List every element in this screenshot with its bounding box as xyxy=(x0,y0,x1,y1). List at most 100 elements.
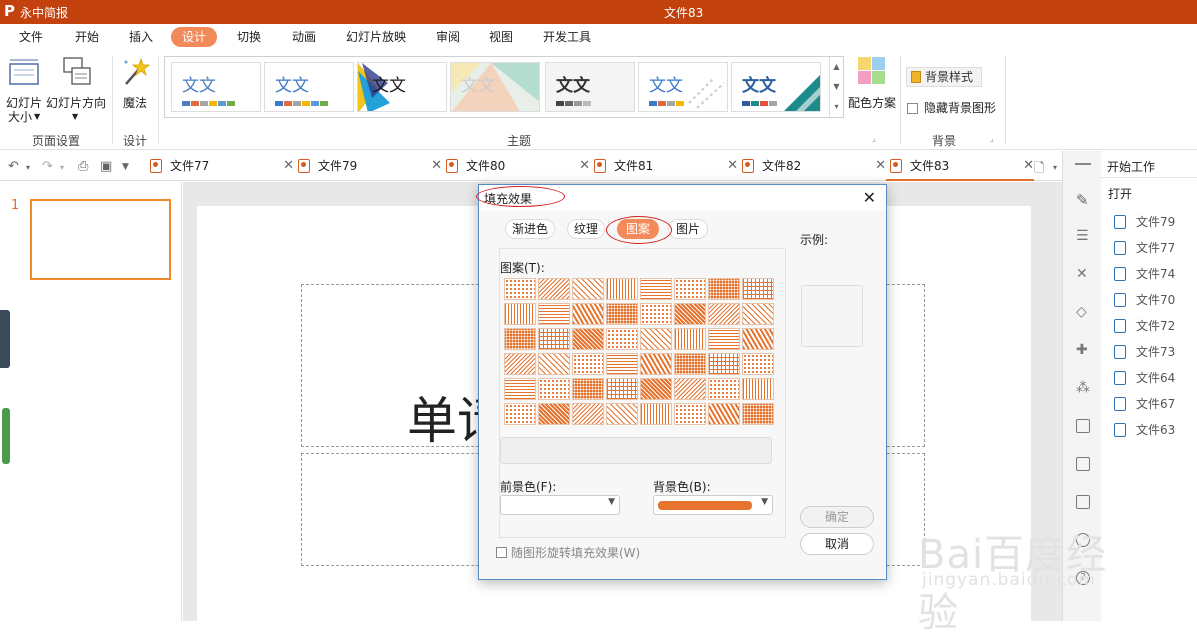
close-icon[interactable]: ✕ xyxy=(875,151,886,181)
menu-file[interactable]: 文件 xyxy=(18,29,44,49)
pattern-swatch[interactable] xyxy=(504,403,536,425)
theme-thumb-3[interactable]: 文文 xyxy=(357,62,447,112)
recent-file[interactable]: 文件63 xyxy=(1114,421,1175,439)
slide-size-label-2[interactable]: 大小 xyxy=(8,110,32,124)
menu-developer[interactable]: 开发工具 xyxy=(541,29,593,49)
close-icon[interactable]: ✕ xyxy=(1023,151,1034,181)
tab-gradient[interactable]: 渐进色 xyxy=(505,219,555,239)
pattern-swatch[interactable] xyxy=(640,278,672,300)
pattern-swatch[interactable] xyxy=(504,378,536,400)
tab-list-dropdown-icon[interactable]: ▾ xyxy=(1053,163,1057,172)
close-icon[interactable]: ✕ xyxy=(431,151,442,181)
pattern-swatch[interactable] xyxy=(708,378,740,400)
pattern-swatch[interactable] xyxy=(742,378,774,400)
theme-thumb-6[interactable]: 文文 xyxy=(638,62,728,112)
pattern-swatch[interactable] xyxy=(742,403,774,425)
tab-file83[interactable]: 文件83 ✕ xyxy=(886,151,1034,181)
background-color-select[interactable]: ▼ xyxy=(653,495,773,515)
pattern-swatch[interactable] xyxy=(742,353,774,375)
recent-file[interactable]: 文件77 xyxy=(1114,239,1175,257)
pattern-swatch[interactable] xyxy=(674,328,706,350)
pattern-swatch[interactable] xyxy=(606,403,638,425)
tab-texture[interactable]: 纹理 xyxy=(567,219,605,239)
slide-orientation-label[interactable]: 幻灯片方向 xyxy=(46,96,106,110)
theme-expand-icon[interactable]: ⌟ xyxy=(872,132,876,146)
pattern-swatch[interactable] xyxy=(674,303,706,325)
help-icon[interactable]: ? xyxy=(1076,571,1090,585)
gallery-scroll-down-icon[interactable]: ▼ xyxy=(830,77,843,97)
pattern-swatch[interactable] xyxy=(640,303,672,325)
print-preview-icon[interactable]: ⎙ xyxy=(78,159,88,174)
pattern-swatch[interactable] xyxy=(640,328,672,350)
pattern-swatch[interactable] xyxy=(640,403,672,425)
menu-transition[interactable]: 切换 xyxy=(236,29,262,49)
pattern-swatch[interactable] xyxy=(538,378,570,400)
menu-slideshow[interactable]: 幻灯片放映 xyxy=(344,29,408,49)
sliders-icon[interactable]: ☰ xyxy=(1076,229,1090,243)
hide-background-checkbox[interactable] xyxy=(907,103,918,114)
theme-thumb-2[interactable]: 文文 xyxy=(264,62,354,112)
menu-view[interactable]: 视图 xyxy=(488,29,514,49)
undo-icon[interactable]: ↶ xyxy=(8,159,19,174)
gallery-scrollbar[interactable]: ▲ ▼ ▾ xyxy=(829,57,843,117)
slide-orientation-icon[interactable] xyxy=(60,56,92,88)
tools-icon[interactable]: ✕ xyxy=(1076,267,1090,281)
close-icon[interactable]: ✕ xyxy=(863,188,876,207)
pattern-swatch[interactable] xyxy=(742,303,774,325)
pattern-swatch[interactable] xyxy=(674,353,706,375)
pattern-swatch[interactable] xyxy=(606,328,638,350)
gallery-more-icon[interactable]: ▾ xyxy=(830,97,843,117)
redo-icon[interactable]: ↷ xyxy=(42,159,53,174)
ok-button[interactable]: 确定 xyxy=(800,506,874,528)
pattern-swatch[interactable] xyxy=(674,278,706,300)
pattern-swatch[interactable] xyxy=(708,278,740,300)
magic-wand-icon[interactable] xyxy=(120,56,150,88)
menu-review[interactable]: 审阅 xyxy=(435,29,461,49)
pattern-swatch[interactable] xyxy=(606,303,638,325)
recent-file[interactable]: 文件67 xyxy=(1114,395,1175,413)
pattern-swatch[interactable] xyxy=(504,353,536,375)
rotate-with-shape-label[interactable]: 随图形旋转填充效果(W) xyxy=(511,544,640,561)
collapse-pane-icon[interactable] xyxy=(1075,163,1091,165)
theme-thumb-5[interactable]: 文文 xyxy=(545,62,635,112)
shape-icon[interactable]: ✚ xyxy=(1076,343,1090,357)
image-icon[interactable] xyxy=(1076,419,1090,433)
pattern-swatch[interactable] xyxy=(708,353,740,375)
side-handle[interactable] xyxy=(0,310,10,368)
pattern-swatch[interactable] xyxy=(606,378,638,400)
gallery-scroll-up-icon[interactable]: ▲ xyxy=(830,57,843,77)
pattern-swatch[interactable] xyxy=(708,303,740,325)
bookmark-icon[interactable]: ◇ xyxy=(1076,305,1090,319)
pattern-swatch[interactable] xyxy=(674,378,706,400)
tab-file79[interactable]: 文件79 ✕ xyxy=(294,151,442,181)
pattern-swatch[interactable] xyxy=(572,403,604,425)
pattern-swatch[interactable] xyxy=(640,353,672,375)
save-icon[interactable]: ▣ xyxy=(100,159,112,174)
magic-label[interactable]: 魔法 xyxy=(123,96,147,110)
zoom-slider[interactable] xyxy=(2,408,10,464)
background-expand-icon[interactable]: ⌟ xyxy=(990,132,994,146)
pattern-swatch[interactable] xyxy=(538,353,570,375)
refresh-icon[interactable] xyxy=(1076,533,1090,547)
close-icon[interactable]: ✕ xyxy=(283,151,294,181)
recent-file[interactable]: 文件73 xyxy=(1114,343,1175,361)
pattern-swatch[interactable] xyxy=(572,303,604,325)
pattern-swatch[interactable] xyxy=(572,353,604,375)
clipboard-icon[interactable] xyxy=(1076,457,1090,471)
redo-dropdown-icon[interactable]: ▾ xyxy=(60,163,64,172)
undo-dropdown-icon[interactable]: ▾ xyxy=(26,163,30,172)
pattern-swatch[interactable] xyxy=(742,328,774,350)
theme-thumb-7[interactable]: 文文 xyxy=(731,62,821,112)
copy-icon[interactable] xyxy=(1076,495,1090,509)
new-tab-icon[interactable]: 🗋 xyxy=(1034,159,1044,181)
pattern-swatch[interactable] xyxy=(538,328,570,350)
background-style-button[interactable]: 背景样式 xyxy=(906,67,982,87)
cancel-button[interactable]: 取消 xyxy=(800,533,874,555)
pattern-swatch[interactable] xyxy=(572,328,604,350)
tab-file80[interactable]: 文件80 ✕ xyxy=(442,151,590,181)
close-icon[interactable]: ✕ xyxy=(579,151,590,181)
pattern-swatch[interactable] xyxy=(708,328,740,350)
color-scheme-icon[interactable] xyxy=(857,56,887,86)
theme-thumb-1[interactable]: 文文 xyxy=(171,62,261,112)
pattern-swatch[interactable] xyxy=(504,303,536,325)
